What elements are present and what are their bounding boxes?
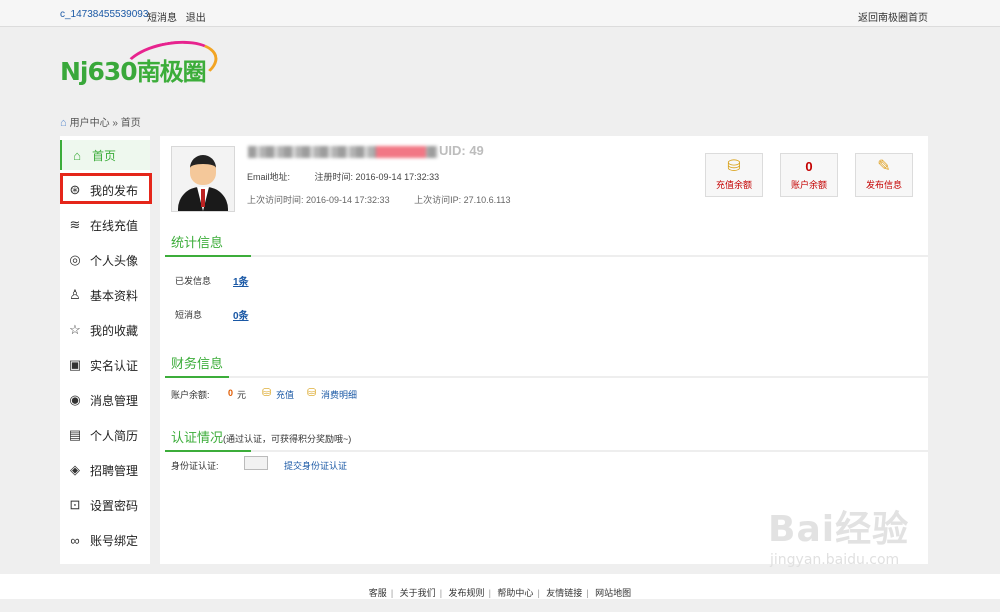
sidebar-item-resume[interactable]: ▤ 个人简历 bbox=[60, 420, 150, 450]
profile-info-row-2: 上次访问时间: 2016-09-14 17:32:33 上次访问IP: 27.1… bbox=[247, 193, 532, 206]
user-avatar[interactable] bbox=[171, 146, 235, 212]
sidebar-item-profile[interactable]: ♙ 基本资料 bbox=[60, 280, 150, 310]
finance-divider bbox=[165, 376, 928, 378]
recruit-icon: ◈ bbox=[70, 462, 80, 477]
coins-icon: ⛁ bbox=[727, 158, 741, 175]
site-logo[interactable]: Nj630南极圈 bbox=[60, 34, 230, 96]
sidebar-item-verification[interactable]: ▣ 实名认证 bbox=[60, 350, 150, 380]
balance-button[interactable]: 0 账户余额 bbox=[780, 153, 838, 197]
stats-title: 统计信息 bbox=[171, 235, 224, 250]
username-link[interactable]: c_14738455539093 bbox=[60, 9, 148, 20]
sidebar-item-password[interactable]: ⊡ 设置密码 bbox=[60, 490, 150, 520]
finance-divider-accent bbox=[165, 376, 229, 378]
sidebar-item-home[interactable]: ⌂ 首页 bbox=[60, 140, 150, 170]
verify-divider-accent bbox=[165, 450, 251, 452]
posted-count-link[interactable]: 1条 bbox=[233, 273, 249, 288]
footer: 客服 | 关于我们 | 发布规则 | 帮助中心 | 友情链接 | 网站地图 bbox=[0, 574, 1000, 599]
stats-divider-accent bbox=[165, 255, 251, 257]
home-icon: ⌂ bbox=[60, 117, 67, 129]
footer-link-friends[interactable]: 友情链接 bbox=[546, 588, 582, 598]
verify-title: 认证情况(通过认证，可获得积分奖励哦~) bbox=[171, 430, 352, 445]
balance-value: 0 bbox=[805, 159, 813, 174]
watermark-url: jingyan.baidu.com bbox=[770, 552, 900, 568]
last-visit-time: 上次访问时间: 2016-09-14 17:32:33 bbox=[247, 195, 390, 205]
messages-count-link[interactable]: 0条 bbox=[233, 307, 249, 322]
highlight-box bbox=[60, 173, 152, 204]
home-icon: ⌂ bbox=[73, 147, 81, 163]
recharge-coin-icon: ⛁ bbox=[262, 387, 272, 399]
id-card-icon bbox=[244, 456, 268, 470]
register-time: 注册时间: 2016-09-14 17:32:33 bbox=[314, 172, 440, 182]
breadcrumb: ⌂ 用户中心 » 首页 bbox=[60, 117, 141, 129]
user-icon: ♙ bbox=[69, 287, 81, 302]
baidu-watermark: Bai经验 jingyan.baidu.com bbox=[768, 490, 958, 580]
publish-button[interactable]: ✎ 发布信息 bbox=[855, 153, 913, 197]
finance-unit: 元 bbox=[237, 390, 247, 400]
top-bar: c_14738455539093 短消息 退出 返回南极圈首页 bbox=[0, 0, 1000, 27]
logo-text: Nj630南极圈 bbox=[60, 57, 207, 86]
detail-coin-icon: ⛁ bbox=[307, 387, 317, 399]
finance-balance-value: 0 bbox=[228, 388, 234, 398]
id-card-icon: ▣ bbox=[68, 357, 82, 372]
email-label: Email地址: bbox=[247, 172, 291, 182]
footer-link-help[interactable]: 帮助中心 bbox=[497, 588, 533, 598]
username-blur-red bbox=[376, 146, 426, 158]
avatar-tie bbox=[201, 189, 205, 207]
finance-balance-label: 账户余额: bbox=[171, 390, 210, 400]
lock-icon: ⊡ bbox=[69, 497, 81, 512]
avatar-head bbox=[190, 155, 216, 185]
verify-divider bbox=[165, 450, 928, 452]
messages-link[interactable]: 短消息 bbox=[147, 13, 177, 24]
profile-info-row-1: Email地址: 注册时间: 2016-09-14 17:32:33 bbox=[247, 170, 461, 183]
submit-id-verify-link[interactable]: 提交身份证认证 bbox=[284, 459, 347, 472]
avatar-icon: ◎ bbox=[69, 252, 81, 267]
top-links: 短消息 退出 bbox=[147, 9, 212, 24]
footer-link-rules[interactable]: 发布规则 bbox=[449, 588, 485, 598]
footer-link-service[interactable]: 客服 bbox=[369, 588, 387, 598]
sidebar-item-avatar[interactable]: ◎ 个人头像 bbox=[60, 245, 150, 275]
footer-link-sitemap[interactable]: 网站地图 bbox=[595, 588, 631, 598]
logout-link[interactable]: 退出 bbox=[186, 13, 206, 24]
last-visit-ip: 上次访问IP: 27.10.6.113 bbox=[414, 195, 511, 205]
coins-icon: ≋ bbox=[69, 217, 81, 232]
posted-label: 已发信息 bbox=[175, 276, 212, 286]
sidebar-item-recruitment[interactable]: ◈ 招聘管理 bbox=[60, 455, 150, 485]
finance-detail-link[interactable]: 消费明细 bbox=[321, 388, 357, 401]
finance-title: 财务信息 bbox=[171, 356, 224, 371]
footer-link-about[interactable]: 关于我们 bbox=[400, 588, 436, 598]
id-verify-label: 身份证认证: bbox=[171, 461, 219, 471]
message-icon: ◉ bbox=[69, 392, 81, 407]
link-icon: ∞ bbox=[70, 532, 80, 548]
watermark-logo: Bai经验 bbox=[768, 509, 910, 550]
sidebar-item-messages[interactable]: ◉ 消息管理 bbox=[60, 385, 150, 415]
back-home-link[interactable]: 返回南极圈首页 bbox=[858, 9, 928, 24]
finance-recharge-link[interactable]: 充值 bbox=[276, 388, 294, 401]
sidebar-item-favorites[interactable]: ☆ 我的收藏 bbox=[60, 315, 150, 345]
stats-divider bbox=[165, 255, 928, 257]
user-uid: UID: 49 bbox=[439, 143, 484, 158]
username-blurred bbox=[248, 146, 438, 158]
pencil-icon: ✎ bbox=[877, 158, 891, 175]
sidebar-item-account-binding[interactable]: ∞ 账号绑定 bbox=[60, 525, 150, 555]
sidebar-item-recharge[interactable]: ≋ 在线充值 bbox=[60, 210, 150, 240]
resume-icon: ▤ bbox=[68, 427, 82, 442]
messages-label: 短消息 bbox=[175, 310, 203, 320]
recharge-button[interactable]: ⛁ 充值余额 bbox=[705, 153, 763, 197]
star-icon: ☆ bbox=[69, 322, 81, 337]
